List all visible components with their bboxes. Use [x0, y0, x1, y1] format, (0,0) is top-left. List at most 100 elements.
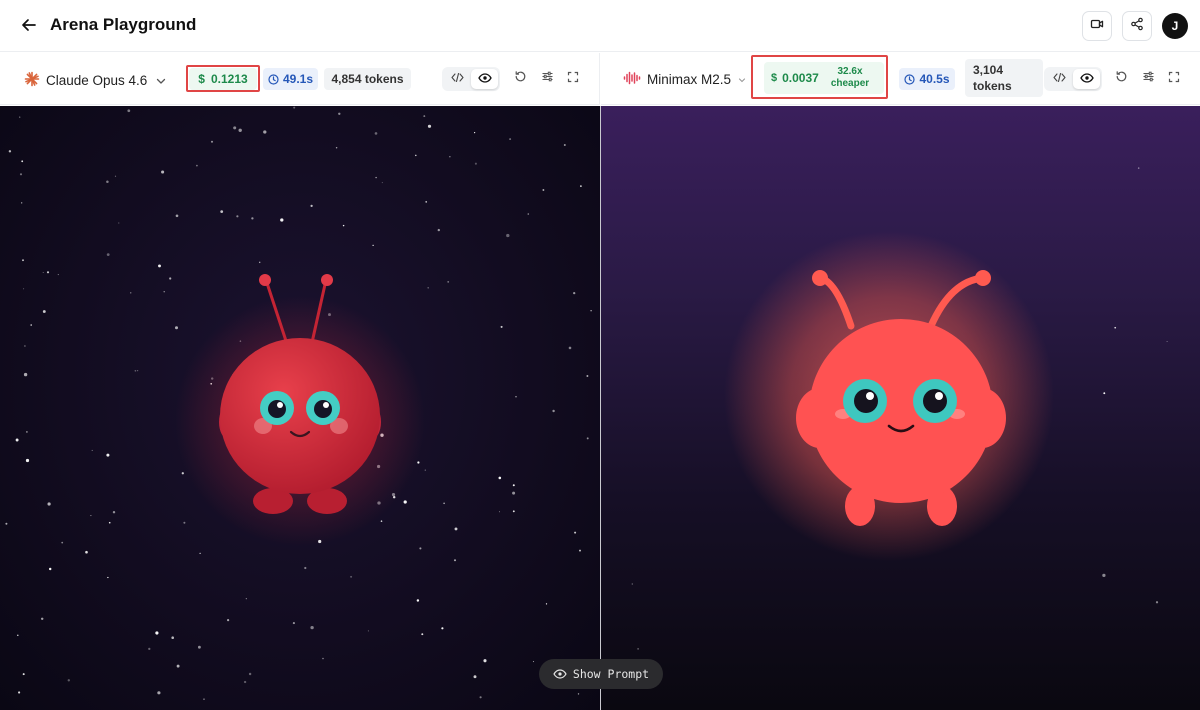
left-model-selector[interactable]: Claude Opus 4.6 [24, 71, 167, 90]
left-tokens-badge: 4,854 tokens [324, 68, 411, 90]
record-video-button[interactable] [1082, 11, 1112, 41]
star [473, 675, 477, 679]
star [574, 531, 577, 534]
star [181, 472, 184, 475]
star [590, 310, 592, 312]
preview-view-button[interactable] [1073, 69, 1100, 89]
star [568, 346, 572, 350]
code-icon [1053, 70, 1066, 88]
star [42, 310, 46, 313]
clock-icon [268, 73, 279, 85]
cost-highlight-box [186, 65, 260, 92]
star [310, 625, 314, 630]
expand-icon [1168, 70, 1180, 88]
star [227, 619, 230, 622]
star [421, 633, 424, 636]
eye-icon [553, 669, 567, 679]
star [441, 627, 444, 630]
star [196, 164, 198, 167]
star [183, 521, 186, 524]
star [512, 510, 515, 513]
star [545, 603, 548, 605]
star [233, 126, 237, 130]
sliders-icon [1142, 70, 1155, 88]
star [248, 672, 252, 676]
expand-icon [567, 70, 579, 88]
star [57, 274, 59, 276]
star [310, 204, 313, 208]
star [280, 218, 284, 222]
star [586, 375, 589, 377]
left-preview-canvas[interactable] [0, 106, 600, 710]
star [552, 409, 555, 413]
chevron-down-icon [155, 75, 167, 87]
star [108, 521, 111, 524]
right-refresh-button[interactable] [1112, 70, 1130, 88]
star [425, 201, 428, 203]
star [586, 437, 589, 440]
star [335, 147, 338, 149]
claude-logo-icon [24, 71, 40, 90]
star [322, 657, 324, 660]
left-time-badge: 49.1s [263, 68, 318, 90]
show-prompt-button[interactable]: Show Prompt [539, 659, 663, 689]
star [375, 176, 377, 179]
star [474, 162, 477, 165]
refresh-icon [1115, 70, 1128, 88]
star [251, 217, 254, 220]
star [512, 491, 516, 495]
preview-view-button[interactable] [471, 69, 498, 89]
star [42, 271, 44, 274]
star [46, 271, 50, 274]
star [67, 679, 70, 682]
right-model-selector[interactable]: Minimax M2.5 [623, 71, 747, 88]
star [479, 696, 482, 699]
user-avatar[interactable]: J [1162, 13, 1188, 39]
star [137, 370, 139, 372]
star [498, 476, 502, 480]
show-prompt-label: Show Prompt [572, 667, 650, 681]
right-tokens-count: 3,104 [973, 63, 1004, 77]
code-view-button[interactable] [1046, 69, 1073, 89]
code-view-button[interactable] [444, 69, 471, 89]
star [48, 567, 52, 571]
star [637, 648, 639, 650]
star [130, 292, 132, 294]
star [1166, 340, 1168, 343]
star [532, 661, 535, 663]
left-refresh-button[interactable] [511, 70, 529, 88]
star [169, 277, 172, 280]
right-fullscreen-button[interactable] [1165, 70, 1183, 88]
star [512, 484, 515, 487]
star [1155, 601, 1159, 604]
left-settings-button[interactable] [538, 70, 556, 88]
star [155, 631, 159, 635]
star [499, 511, 500, 513]
minimax-logo-icon [623, 71, 641, 88]
star [23, 372, 28, 377]
star [112, 511, 116, 514]
right-settings-button[interactable] [1139, 70, 1157, 88]
star [416, 599, 420, 602]
right-alien-scene [631, 167, 1168, 650]
star [427, 124, 432, 128]
star [174, 326, 179, 330]
share-button[interactable] [1122, 11, 1152, 41]
star [443, 502, 445, 505]
star [367, 630, 369, 632]
star [293, 106, 296, 109]
star [47, 502, 51, 506]
left-fullscreen-button[interactable] [564, 70, 582, 88]
star [21, 202, 23, 204]
star [527, 213, 530, 215]
star [437, 228, 440, 232]
star [447, 280, 450, 283]
back-arrow-icon[interactable] [18, 14, 40, 36]
right-preview-canvas[interactable] [601, 106, 1200, 710]
star [415, 154, 417, 157]
star [292, 622, 295, 625]
star [21, 160, 24, 163]
star [453, 559, 457, 562]
star [427, 287, 429, 289]
star [474, 132, 476, 134]
